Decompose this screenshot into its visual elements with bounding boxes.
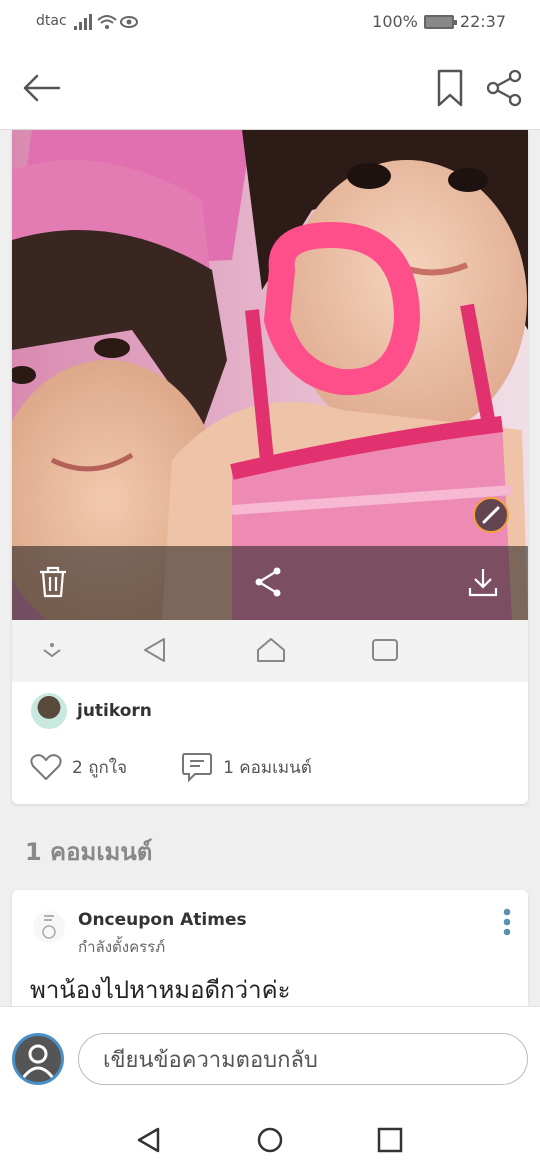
system-home-icon[interactable] (255, 1125, 285, 1155)
author-avatar[interactable] (31, 693, 67, 729)
post-author[interactable]: jutikorn (31, 693, 152, 729)
status-bar: dtac 100% 22:37 (0, 0, 540, 46)
chevron-down-icon (40, 640, 64, 660)
download-icon[interactable] (467, 566, 499, 598)
signal-wifi-icons (74, 12, 138, 36)
more-options-icon[interactable] (502, 908, 512, 940)
system-recents-icon[interactable] (376, 1126, 404, 1154)
embedded-nav-strip (12, 620, 528, 682)
battery-icon (423, 14, 457, 29)
post-actions: 2 ถูกใจ 1 คอมเมนต์ (30, 752, 366, 782)
comment-card: Onceupon Atimes กำลังตั้งครรภ์ พาน้องไปห… (12, 890, 528, 1020)
commenter-avatar[interactable] (32, 910, 66, 944)
like-count: 2 ถูกใจ (72, 757, 128, 778)
system-nav-bar (0, 1108, 540, 1170)
post-card: jutikorn 2 ถูกใจ 1 คอมเมนต์ (12, 130, 528, 804)
reply-input[interactable]: เขียนข้อความตอบกลับ (78, 1033, 528, 1085)
nav-home-outline-icon (256, 636, 286, 664)
top-app-bar (0, 46, 540, 130)
comment-button[interactable]: 1 คอมเมนต์ (181, 752, 312, 782)
share-icon[interactable] (484, 66, 524, 110)
battery-percent: 100% (372, 12, 418, 31)
system-back-icon[interactable] (136, 1126, 162, 1154)
clock: 22:37 (459, 12, 506, 31)
author-name[interactable]: jutikorn (77, 701, 152, 721)
comments-heading: 1 คอมเมนต์ (25, 838, 153, 866)
comment-bubble-icon (182, 753, 213, 782)
photo-share-icon[interactable] (253, 566, 283, 598)
nav-back-outline-icon (142, 636, 168, 664)
nav-recents-outline-icon (370, 637, 400, 663)
bookmark-icon[interactable] (434, 66, 466, 110)
post-photo[interactable] (12, 130, 528, 620)
photo-toolbar (12, 546, 528, 620)
like-button[interactable]: 2 ถูกใจ (30, 753, 127, 781)
commenter-name[interactable]: Onceupon Atimes (78, 910, 247, 930)
back-arrow-icon[interactable] (18, 68, 64, 108)
reply-bar: เขียนข้อความตอบกลับ (0, 1006, 540, 1108)
user-avatar[interactable] (12, 1033, 64, 1085)
heart-icon (30, 754, 62, 780)
comment-text: พาน้องไปหาหมอดีกว่าค่ะ (30, 976, 291, 1004)
trash-icon[interactable] (38, 566, 68, 598)
commenter-status: กำลังตั้งครรภ์ (78, 938, 166, 956)
carrier-label: dtac (36, 13, 67, 29)
comment-count: 1 คอมเมนต์ (223, 757, 312, 778)
